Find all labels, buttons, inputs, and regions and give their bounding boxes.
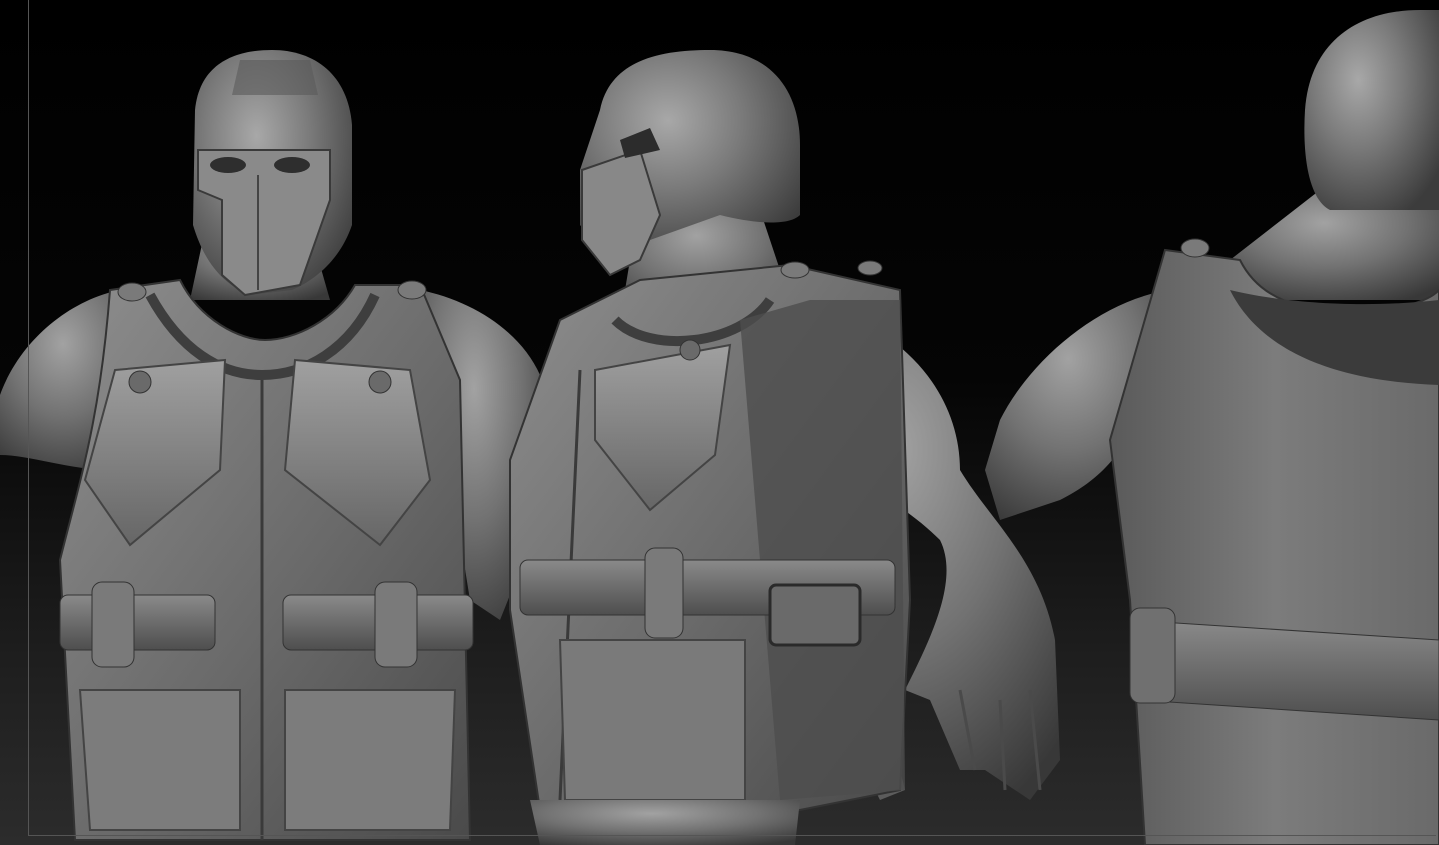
front-right-button <box>368 370 392 394</box>
front-right-eye <box>274 157 310 173</box>
front-left-eye <box>210 157 246 173</box>
front-left-button <box>128 370 152 394</box>
back-helmet <box>1304 10 1439 210</box>
side-buckle <box>768 583 862 647</box>
front-pouch-right <box>374 581 418 668</box>
sculpt-viewport[interactable] <box>0 0 1439 845</box>
front-helmet-crest <box>232 60 318 95</box>
front-view <box>0 50 540 841</box>
front-pouch-left <box>91 581 135 668</box>
sculpt-scene <box>0 10 1439 845</box>
three-quarter-view <box>509 50 1060 845</box>
front-belt-left <box>59 594 216 651</box>
